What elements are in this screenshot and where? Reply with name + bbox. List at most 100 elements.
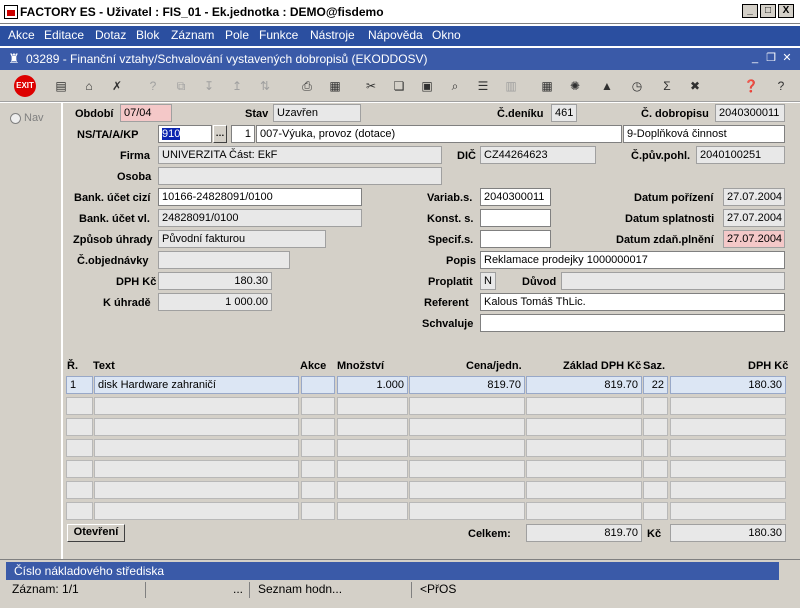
menu-dotaz[interactable]: Dotaz (95, 28, 126, 42)
cell-text[interactable] (94, 439, 299, 457)
stav-field[interactable]: Uzavřen (273, 104, 361, 122)
dic-field[interactable]: CZ44264623 (480, 146, 596, 164)
cell-akce[interactable] (301, 481, 335, 499)
cell-akce[interactable] (301, 439, 335, 457)
delete-record-icon[interactable]: ✗ (106, 75, 128, 97)
a-field[interactable]: 007-Výuka, provoz (dotace) (256, 125, 622, 143)
cell-akce[interactable] (301, 418, 335, 436)
zpusobuhrady-field[interactable]: Původní fakturou (158, 230, 326, 248)
cell-cena[interactable] (409, 439, 525, 457)
cell-r[interactable] (66, 439, 93, 457)
menu-napoveda[interactable]: Nápověda (368, 28, 423, 42)
cell-mnozstvi[interactable] (337, 418, 408, 436)
cell-zaklad[interactable] (526, 439, 642, 457)
menu-funkce[interactable]: Funkce (259, 28, 298, 42)
cell-mnozstvi[interactable]: 1.000 (337, 376, 408, 394)
cell-mnozstvi[interactable] (337, 460, 408, 478)
cell-dph[interactable]: 180.30 (670, 376, 786, 394)
cell-text[interactable] (94, 502, 299, 520)
popis-field[interactable]: Reklamace prodejky 1000000017 (480, 251, 785, 269)
help-icon[interactable]: ❓ (740, 75, 762, 97)
save-icon[interactable]: ⌂ (78, 75, 100, 97)
cell-dph[interactable] (670, 481, 786, 499)
specifs-field[interactable] (480, 230, 551, 248)
cell-cena[interactable] (409, 418, 525, 436)
firma-field[interactable]: UNIVERZITA Část: EkF (158, 146, 442, 164)
sort-icon[interactable]: ⇅ (254, 75, 276, 97)
print-setup-icon[interactable]: ▦ (324, 75, 346, 97)
sort-asc-icon[interactable]: ↧ (198, 75, 220, 97)
form-restore-icon[interactable]: ❐ (764, 52, 778, 65)
cell-r[interactable]: 1 (66, 376, 93, 394)
proplatit-field[interactable]: N (480, 272, 496, 290)
bankcizi-field[interactable]: 10166-24828091/0100 (158, 188, 362, 206)
obdobi-field[interactable]: 07/04 (120, 104, 172, 122)
add-record-icon[interactable]: ▤ (50, 75, 72, 97)
datsplatnosti-field[interactable]: 27.07.2004 (723, 209, 785, 227)
duvod-field[interactable] (561, 272, 785, 290)
menu-akce[interactable]: Akce (8, 28, 35, 42)
columns-icon[interactable]: ▥ (500, 75, 522, 97)
cell-saz[interactable] (643, 397, 668, 415)
cell-dph[interactable] (670, 397, 786, 415)
cdobropisu-field[interactable]: 2040300011 (715, 104, 785, 122)
cell-cena[interactable] (409, 460, 525, 478)
cell-akce[interactable] (301, 460, 335, 478)
form-minimize-icon[interactable]: _ (748, 52, 762, 65)
cell-text[interactable] (94, 481, 299, 499)
ns-lookup-button[interactable]: … (213, 125, 227, 143)
cell-akce[interactable] (301, 502, 335, 520)
cell-mnozstvi[interactable] (337, 439, 408, 457)
cell-mnozstvi[interactable] (337, 502, 408, 520)
cell-zaklad[interactable] (526, 481, 642, 499)
kuhrade-field[interactable]: 1 000.00 (158, 293, 272, 311)
menu-nastroje[interactable]: Nástroje (310, 28, 355, 42)
cell-zaklad[interactable] (526, 502, 642, 520)
nav-radio[interactable] (10, 113, 21, 124)
menu-zaznam[interactable]: Záznam (171, 28, 214, 42)
cell-saz[interactable] (643, 460, 668, 478)
close-button[interactable]: X (778, 4, 794, 18)
cpuvpohl-field[interactable]: 2040100251 (696, 146, 785, 164)
find-icon[interactable]: ⌕ (444, 75, 466, 97)
ns-field[interactable]: 910 (158, 125, 212, 143)
cell-akce[interactable] (301, 376, 335, 394)
calendar-icon[interactable]: ◷ (626, 75, 648, 97)
schvaluje-field[interactable] (480, 314, 785, 332)
context-help-icon[interactable]: ? (770, 75, 792, 97)
cell-zaklad[interactable]: 819.70 (526, 376, 642, 394)
cell-r[interactable] (66, 397, 93, 415)
cell-r[interactable] (66, 418, 93, 436)
cell-cena[interactable] (409, 397, 525, 415)
cell-dph[interactable] (670, 460, 786, 478)
datporizeni-field[interactable]: 27.07.2004 (723, 188, 785, 206)
referent-field[interactable]: Kalous Tomáš ThLic. (480, 293, 785, 311)
bankvl-field[interactable]: 24828091/0100 (158, 209, 362, 227)
cell-dph[interactable] (670, 502, 786, 520)
datzdan-field[interactable]: 27.07.2004 (723, 230, 785, 248)
kp-field[interactable]: 9-Doplňková činnost (623, 125, 785, 143)
variabs-field[interactable]: 2040300011 (480, 188, 551, 206)
excel-icon[interactable]: ✖ (684, 75, 706, 97)
form-close-icon[interactable]: ✕ (780, 52, 794, 65)
cell-text[interactable] (94, 418, 299, 436)
cell-cena[interactable]: 819.70 (409, 376, 525, 394)
cobjednavky-field[interactable] (158, 251, 290, 269)
help-doc-icon[interactable]: ? (142, 75, 164, 97)
osoba-field[interactable] (158, 167, 442, 185)
calculator-icon[interactable]: ▦ (536, 75, 558, 97)
cell-saz[interactable] (643, 502, 668, 520)
print-icon[interactable]: ⎙ (296, 75, 318, 97)
ta-field[interactable]: 1 (231, 125, 255, 143)
menu-blok[interactable]: Blok (136, 28, 159, 42)
cell-mnozstvi[interactable] (337, 481, 408, 499)
cut-icon[interactable]: ✂ (360, 75, 382, 97)
open-button[interactable]: Otevření (67, 524, 125, 542)
cell-mnozstvi[interactable] (337, 397, 408, 415)
menu-okno[interactable]: Okno (432, 28, 461, 42)
settings-icon[interactable]: ✺ (564, 75, 586, 97)
cell-r[interactable] (66, 460, 93, 478)
cell-cena[interactable] (409, 502, 525, 520)
cell-akce[interactable] (301, 397, 335, 415)
sort-desc-icon[interactable]: ↥ (226, 75, 248, 97)
